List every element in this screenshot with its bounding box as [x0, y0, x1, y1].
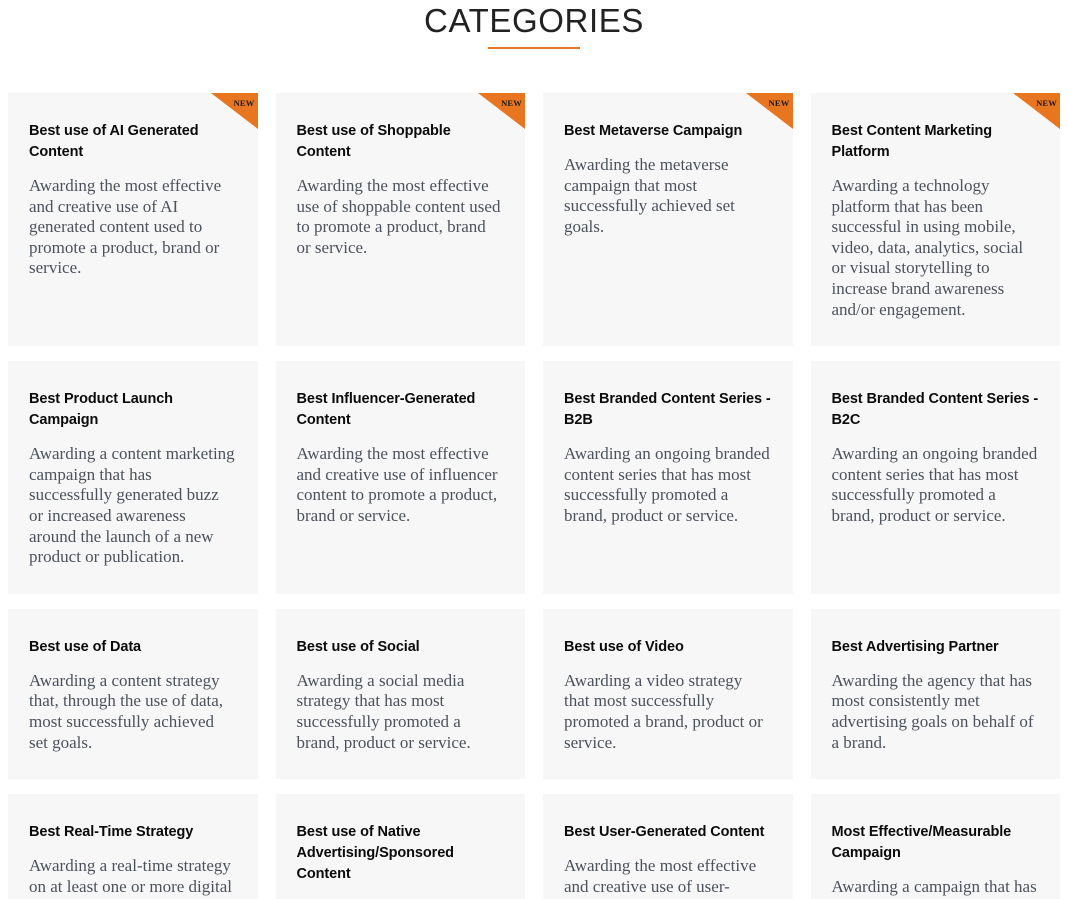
- category-card[interactable]: Best Branded Content Series - B2C Awardi…: [810, 361, 1060, 594]
- category-title: Best use of Native Advertising/Sponsored…: [296, 824, 455, 883]
- category-description: Awarding the most effective use of shopp…: [296, 176, 501, 257]
- category-title: Best Content Marketing Platform: [831, 123, 993, 160]
- category-card[interactable]: NEW Best use of AI Generated Content Awa…: [8, 93, 258, 347]
- category-description: Awarding an ongoing branded content seri…: [831, 444, 1038, 525]
- category-card[interactable]: Best Product Launch Campaign Awarding a …: [8, 361, 258, 594]
- category-description: Awarding the most effective and creative…: [29, 176, 222, 278]
- category-description: Awarding an ongoing branded content seri…: [564, 444, 770, 525]
- category-card[interactable]: NEW Best use of Shoppable Content Awardi…: [275, 93, 525, 347]
- category-card[interactable]: Best use of Social Awarding a social med…: [275, 608, 525, 780]
- category-title: Best Advertising Partner: [831, 638, 999, 655]
- category-card[interactable]: Best Influencer-Generated Content Awardi…: [275, 361, 525, 594]
- category-description: Awarding the agency that has most consis…: [831, 670, 1034, 752]
- category-card[interactable]: Best User-Generated Content Awarding the…: [543, 794, 793, 899]
- title-underline-rule: [488, 47, 580, 49]
- category-description: Awarding the metaverse campaign that mos…: [564, 155, 735, 236]
- category-card[interactable]: Best use of Video Awarding a video strat…: [543, 608, 793, 780]
- category-title: Best User-Generated Content: [564, 824, 765, 841]
- category-description: Awarding a content strategy that, throug…: [29, 670, 224, 752]
- category-card[interactable]: Most Effective/Measurable Campaign Award…: [810, 794, 1060, 899]
- category-card[interactable]: NEW Best Metaverse Campaign Awarding the…: [543, 93, 793, 347]
- page-header: CATEGORIES: [0, 0, 1068, 49]
- category-title: Most Effective/Measurable Campaign: [831, 824, 1012, 862]
- category-title: Best use of Data: [29, 638, 142, 655]
- category-title: Best Metaverse Campaign: [564, 123, 743, 139]
- category-description: Awarding a content marketing campaign th…: [29, 444, 235, 567]
- ribbon-label: NEW: [1036, 98, 1057, 108]
- categories-page: CATEGORIES NEW Best use of AI Generated …: [0, 0, 1068, 899]
- category-title: Best use of Shoppable Content: [296, 123, 451, 160]
- category-title: Best Influencer-Generated Content: [296, 391, 476, 429]
- ribbon-label: NEW: [501, 98, 522, 108]
- category-title: Best Product Launch Campaign: [29, 391, 173, 429]
- category-description: Awarding the most effective and creative…: [564, 856, 763, 899]
- categories-grid: NEW Best use of AI Generated Content Awa…: [0, 93, 1068, 899]
- category-description: Awarding the most effective and creative…: [296, 444, 498, 525]
- category-description: Awarding a real-time strategy on at leas…: [29, 856, 232, 899]
- category-card[interactable]: NEW Best Content Marketing Platform Awar…: [810, 93, 1060, 347]
- category-title: Best use of Video: [564, 638, 684, 655]
- category-card[interactable]: Best use of Data Awarding a content stra…: [8, 608, 258, 780]
- category-title: Best use of AI Generated Content: [29, 123, 199, 160]
- ribbon-label: NEW: [233, 98, 255, 108]
- category-title: Best Branded Content Series - B2B: [564, 391, 771, 429]
- category-title: Best Real-Time Strategy: [29, 824, 194, 841]
- category-card[interactable]: Best Real-Time Strategy Awarding a real-…: [8, 794, 258, 899]
- category-title: Best Branded Content Series - B2C: [831, 391, 1039, 429]
- ribbon-label: NEW: [768, 98, 790, 108]
- category-description: Awarding a social media strategy that ha…: [296, 670, 471, 752]
- category-description: Awarding a video strategy that most succ…: [564, 670, 763, 752]
- category-card[interactable]: Best use of Native Advertising/Sponsored…: [275, 794, 525, 899]
- category-title: Best use of Social: [296, 638, 420, 655]
- category-card[interactable]: Best Branded Content Series - B2B Awardi…: [543, 361, 793, 594]
- category-description: Awarding a technology platform that has …: [831, 176, 1024, 319]
- page-title: CATEGORIES: [424, 2, 644, 39]
- category-description: Awarding a campaign that has made the bi…: [831, 877, 1037, 899]
- category-card[interactable]: Best Advertising Partner Awarding the ag…: [810, 608, 1060, 780]
